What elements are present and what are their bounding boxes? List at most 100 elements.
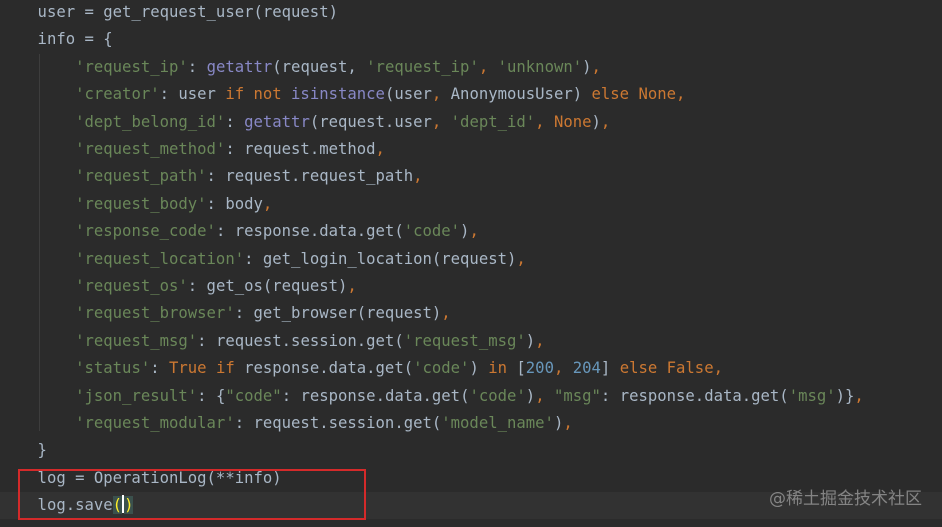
- code-token: ,: [591, 57, 601, 76]
- code-token: ,: [347, 277, 357, 295]
- code-token: : user: [159, 85, 226, 104]
- code-line[interactable]: 'dept_belong_id': getattr(request.user , …: [0, 109, 942, 136]
- code-token: 200: [525, 359, 554, 378]
- code-token: , None: [535, 112, 592, 131]
- code-line[interactable]: 'request_path': request.request_path,: [0, 163, 942, 190]
- code-token: 'model_name': [441, 414, 554, 432]
- code-token: 'request_ip': [366, 57, 479, 76]
- code-token: ): [553, 414, 564, 432]
- code-token: ): [525, 386, 536, 405]
- code-editor[interactable]: user = get_request_user(request) info = …: [0, 0, 942, 527]
- code-token: ,: [553, 359, 573, 378]
- code-token: : response.data.get(: [281, 386, 470, 405]
- code-token: 'msg': [788, 386, 836, 405]
- code-token: ,: [431, 85, 451, 104]
- code-token: : get_browser(request): [234, 304, 442, 323]
- code-token: in: [488, 359, 517, 378]
- code-token: 'request_location': [75, 249, 245, 268]
- code-token: getattr: [244, 112, 310, 131]
- code-line[interactable]: 'request_body': body,: [0, 191, 942, 218]
- code-line[interactable]: 'request_msg': request.session.get('requ…: [0, 328, 942, 355]
- code-token: 'request_os': [75, 277, 188, 295]
- code-token: ,: [413, 167, 423, 186]
- code-token: (request.user: [309, 112, 432, 131]
- code-token: AnonymousUser): [450, 85, 592, 104]
- code-token: ): [525, 331, 536, 350]
- code-token: ,: [478, 57, 498, 76]
- code-token: ,: [535, 331, 545, 350]
- code-token: 'request_body': [75, 194, 207, 213]
- code-line[interactable]: 'request_browser': get_browser(request),: [0, 300, 942, 327]
- code-token: "msg": [553, 386, 601, 405]
- code-token: ]: [600, 359, 620, 378]
- code-token: 'request_path': [75, 167, 207, 186]
- code-line[interactable]: 'request_ip': getattr(request, 'request_…: [0, 54, 942, 81]
- code-token: : request.session.get(: [234, 414, 442, 432]
- code-token: if not: [225, 85, 292, 104]
- code-token: 'request_msg': [75, 331, 198, 350]
- code-token: : response.data.get(: [215, 222, 404, 241]
- code-line[interactable]: 'response_code': response.data.get('code…: [0, 218, 942, 245]
- code-token: 'json_result': [75, 386, 198, 405]
- code-token: else False,: [619, 359, 723, 378]
- code-token: 'status': [75, 359, 151, 378]
- code-line[interactable]: info = {: [0, 26, 942, 53]
- code-token: : response.data.get(: [600, 386, 789, 405]
- code-token: }: [0, 441, 47, 460]
- code-token: : {: [197, 386, 226, 405]
- code-token: (request,: [272, 57, 367, 76]
- code-token: :: [187, 57, 207, 76]
- code-line[interactable]: 'request_os': get_os(request),: [0, 273, 942, 300]
- code-token: user = get_request_user(request): [0, 3, 338, 21]
- code-token: True if: [169, 359, 245, 378]
- code-token: ,: [375, 140, 385, 158]
- code-token: 'code': [403, 222, 461, 241]
- code-line[interactable]: 'json_result': {"code": response.data.ge…: [0, 383, 942, 410]
- watermark: @稀土掘金技术社区: [769, 489, 922, 509]
- code-token: : get_login_location(request): [244, 249, 517, 268]
- code-token: ,: [516, 249, 526, 268]
- code-token: ,: [441, 304, 451, 323]
- code-token: ): [591, 112, 601, 131]
- code-token: ,: [600, 112, 611, 131]
- code-token: : request.session.get(: [197, 331, 404, 350]
- code-token: :: [150, 359, 169, 378]
- code-line[interactable]: user = get_request_user(request): [0, 0, 942, 26]
- code-token: ): [469, 359, 489, 378]
- code-token: ,: [469, 222, 479, 241]
- code-token: ): [582, 57, 592, 76]
- code-token: 'creator': [75, 85, 160, 104]
- code-token: :: [225, 112, 245, 131]
- code-token: )}: [835, 386, 855, 405]
- code-token: response.data.get(: [244, 359, 414, 378]
- code-line[interactable]: 'status': True if response.data.get('cod…: [0, 355, 942, 382]
- code-token: 'response_code': [75, 222, 216, 241]
- code-token: 'dept_belong_id': [75, 112, 226, 131]
- code-token: 'dept_id': [450, 112, 536, 131]
- code-token: ,: [535, 386, 554, 405]
- code-token: getattr: [206, 57, 273, 76]
- code-token: 'request_browser': [75, 304, 235, 323]
- code-line[interactable]: 'request_method': request.method,: [0, 136, 942, 163]
- code-token: 204: [572, 359, 601, 378]
- code-token: isinstance: [291, 85, 385, 104]
- code-token: [: [516, 359, 526, 378]
- highlight-box: [18, 469, 366, 520]
- code-line[interactable]: 'creator': user if not isinstance(user, …: [0, 81, 942, 108]
- code-token: "code": [225, 386, 282, 405]
- code-token: 'request_modular': [75, 414, 235, 432]
- code-line[interactable]: 'request_modular': request.session.get('…: [0, 410, 942, 437]
- code-line[interactable]: }: [0, 437, 942, 464]
- code-line[interactable]: 'request_location': get_login_location(r…: [0, 246, 942, 273]
- code-token: ,: [854, 386, 864, 405]
- code-token: : get_os(request): [187, 277, 348, 295]
